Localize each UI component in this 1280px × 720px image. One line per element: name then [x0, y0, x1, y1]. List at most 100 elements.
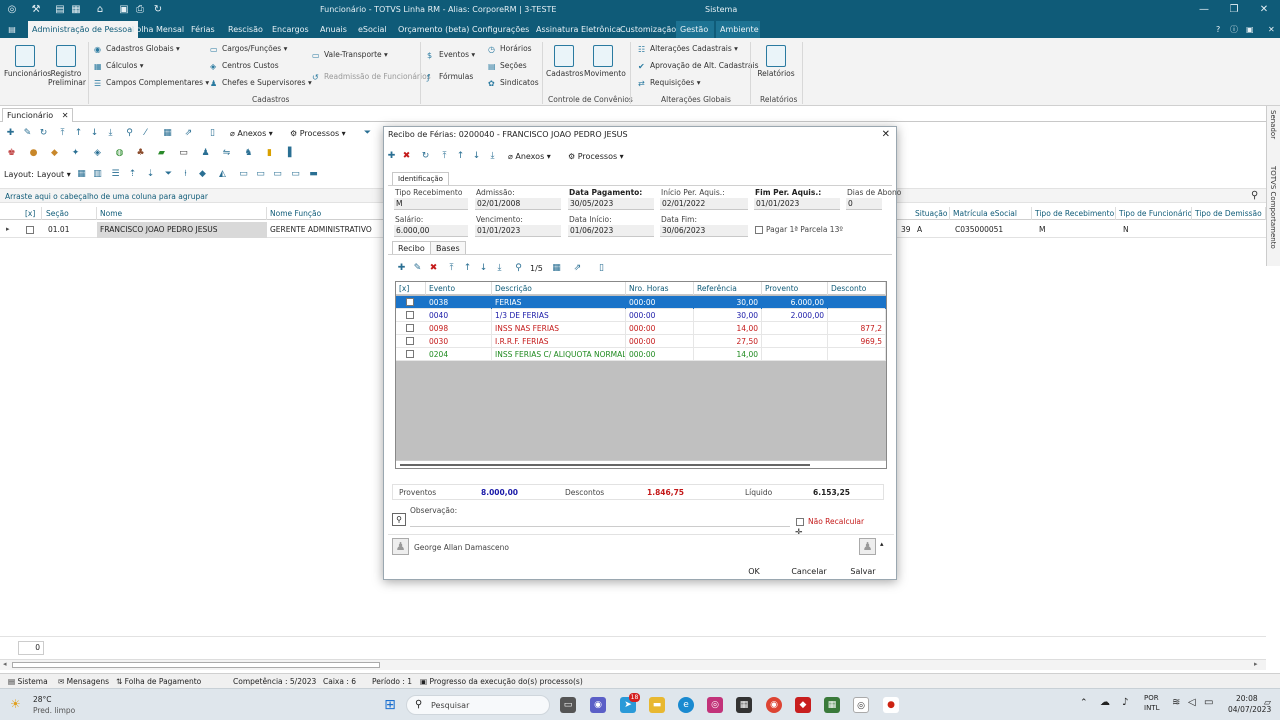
dialog-up-icon[interactable]: ↑ — [455, 151, 466, 162]
tab-ambiente[interactable]: Ambiente — [716, 21, 760, 38]
dialog-anexos-button[interactable]: ⌀ Anexos ▾ — [508, 152, 551, 161]
col-header-nome-funcao[interactable]: Nome Função — [267, 207, 387, 220]
funcionarios-button[interactable]: Funcionários — [4, 45, 51, 78]
grid-icon[interactable]: ▦ — [70, 4, 82, 16]
add-icon[interactable]: ✚ — [5, 128, 16, 139]
window-menu-icon[interactable]: ▣ — [1242, 21, 1258, 38]
sidebar-senador[interactable]: Senador — [1269, 110, 1277, 139]
recibo-last-icon[interactable]: ⤓ — [494, 263, 505, 274]
tab-administracao[interactable]: Administração de Pessoal — [28, 21, 139, 38]
horarios-button[interactable]: ◷ Horários — [488, 44, 532, 54]
close-tab-icon[interactable]: ✕ — [62, 111, 69, 120]
dialog-first-icon[interactable]: ⤒ — [439, 151, 450, 162]
col-header-secao[interactable]: Seção — [43, 207, 97, 220]
filter-icon[interactable]: ⁄ — [140, 128, 151, 139]
observacao-input[interactable] — [410, 517, 790, 527]
help-icon[interactable]: ? — [1212, 21, 1224, 38]
first-icon[interactable]: ⤒ — [57, 128, 68, 139]
vale-transporte-button[interactable]: ▭ Vale-Transporte ▾ — [312, 50, 388, 60]
col-header-select[interactable]: [x] — [22, 207, 42, 220]
row-checkbox[interactable] — [26, 226, 34, 234]
windows-start-icon[interactable]: ⊞ — [382, 697, 398, 713]
layout-filter-icon[interactable]: ⏷ — [163, 169, 174, 180]
processos-button[interactable]: ⚙ Processos ▾ — [290, 129, 346, 138]
admissao-field[interactable]: 02/01/2008 — [475, 198, 561, 210]
dialog-processos-button[interactable]: ⚙ Processos ▾ — [568, 152, 624, 161]
col-header-referencia[interactable]: Referência — [694, 282, 762, 295]
col-header-tipo-funcionario[interactable]: Tipo de Funcionário — [1116, 207, 1192, 220]
export-icon[interactable]: ⇗ — [183, 128, 194, 139]
volume-icon[interactable]: ◁ — [1188, 697, 1196, 708]
data-pagamento-field[interactable]: 30/05/2023 — [568, 198, 654, 210]
lang-por[interactable]: POR — [1144, 694, 1159, 702]
app-icon[interactable]: ● — [883, 697, 899, 713]
col-header-tipo-demissao[interactable]: Tipo de Demissão — [1192, 207, 1266, 220]
cargos-funcoes-button[interactable]: ▭ Cargos/Funções ▾ — [210, 44, 287, 54]
book-icon[interactable]: ▌ — [286, 148, 297, 159]
dias-abono-field[interactable]: 0 — [846, 198, 882, 210]
dialog-close-icon[interactable]: ✕ — [882, 127, 890, 143]
layout-grid-icon[interactable]: ▦ — [76, 169, 87, 180]
requisicoes-button[interactable]: ⇄ Requisições ▾ — [638, 78, 700, 88]
view1-icon[interactable]: ▭ — [238, 169, 249, 180]
formulas-button[interactable]: ƒ Fórmulas — [427, 72, 473, 82]
col-header-select[interactable]: [x] — [396, 282, 426, 295]
horizontal-scrollbar[interactable]: ◂ ▸ — [0, 659, 1266, 670]
tab-gestao[interactable]: Gestão — [676, 21, 714, 38]
transfer-icon[interactable]: ⇋ — [221, 148, 232, 159]
taskbar-search[interactable]: ⚲ Pesquisar — [406, 695, 550, 715]
user-key-icon[interactable]: ♚ — [6, 148, 17, 159]
home-icon[interactable]: ⌂ — [94, 4, 106, 16]
data-inicio-field[interactable]: 01/06/2023 — [568, 225, 654, 237]
dialog-delete-icon[interactable]: ✖ — [401, 151, 412, 162]
chart-icon[interactable]: ◭ — [217, 169, 228, 180]
status-folha[interactable]: ⇅ Folha de Pagamento — [116, 677, 201, 686]
down-icon[interactable]: ↓ — [89, 128, 100, 139]
salario-field[interactable]: 6.000,00 — [394, 225, 468, 237]
view4-icon[interactable]: ▭ — [290, 169, 301, 180]
search-icon[interactable]: ⚲ — [1251, 190, 1258, 201]
layout-top-icon[interactable]: ⇡ — [127, 169, 138, 180]
calendar-icon[interactable]: ▦ — [162, 128, 173, 139]
row-checkbox[interactable] — [406, 350, 414, 358]
card-icon[interactable]: ▭ — [178, 148, 189, 159]
group-icon[interactable]: ♟ — [200, 148, 211, 159]
recibo-search-icon[interactable]: ⚲ — [513, 263, 524, 274]
document-icon[interactable]: ▯ — [207, 128, 218, 139]
print-icon[interactable]: ⎙ — [134, 4, 146, 16]
app-menu-icon[interactable]: ▤ — [4, 21, 20, 38]
tray-chevron-icon[interactable]: ⌃ — [1080, 698, 1088, 708]
chefes-supervisores-button[interactable]: ♟ Chefes e Supervisores ▾ — [210, 78, 312, 88]
tab-configuracoes[interactable]: Configurações — [468, 21, 533, 38]
file-explorer-icon[interactable]: ▬ — [649, 697, 665, 713]
row-checkbox[interactable] — [406, 337, 414, 345]
nao-recalcular-checkbox[interactable] — [796, 518, 804, 526]
recibo-edit-icon[interactable]: ✎ — [412, 263, 423, 274]
recibo-add-icon[interactable]: ✚ — [396, 263, 407, 274]
anydesk-icon[interactable]: ◆ — [795, 697, 811, 713]
totvs-app-icon[interactable]: ◎ — [853, 697, 869, 713]
row-checkbox[interactable] — [406, 324, 414, 332]
sidebar-totvs-comportamento[interactable]: TOTVS Comportamento — [1269, 166, 1277, 249]
save-button[interactable]: Salvar — [844, 565, 882, 579]
tools-icon[interactable]: ⚒ — [30, 4, 42, 16]
vencimento-field[interactable]: 01/01/2023 — [475, 225, 561, 237]
calculos-button[interactable]: ▦ Cálculos ▾ — [94, 61, 144, 71]
col-header-desconto[interactable]: Desconto — [828, 282, 886, 295]
window-icon[interactable]: ▤ — [54, 4, 66, 16]
dialog-refresh-icon[interactable]: ↻ — [420, 151, 431, 162]
cancel-button[interactable]: Cancelar — [788, 565, 830, 579]
bag-icon[interactable]: ◆ — [49, 148, 60, 159]
recibo-doc-icon[interactable]: ▯ — [596, 263, 607, 274]
recibo-up-icon[interactable]: ↑ — [462, 263, 473, 274]
cadastros-globais-button[interactable]: ◉ Cadastros Globais ▾ — [94, 44, 180, 54]
tab-identificacao[interactable]: Identificação — [392, 172, 449, 185]
last-icon[interactable]: ⤓ — [105, 128, 116, 139]
recibo-export-icon[interactable]: ⇗ — [572, 263, 583, 274]
minimize-icon[interactable]: — — [1196, 3, 1212, 17]
ok-button[interactable]: OK — [738, 565, 770, 579]
layout-bottom-icon[interactable]: ⇣ — [145, 169, 156, 180]
recibo-down-icon[interactable]: ↓ — [478, 263, 489, 274]
tab-customizacao[interactable]: Customização — [616, 21, 680, 38]
tab-esocial[interactable]: eSocial — [354, 21, 391, 38]
